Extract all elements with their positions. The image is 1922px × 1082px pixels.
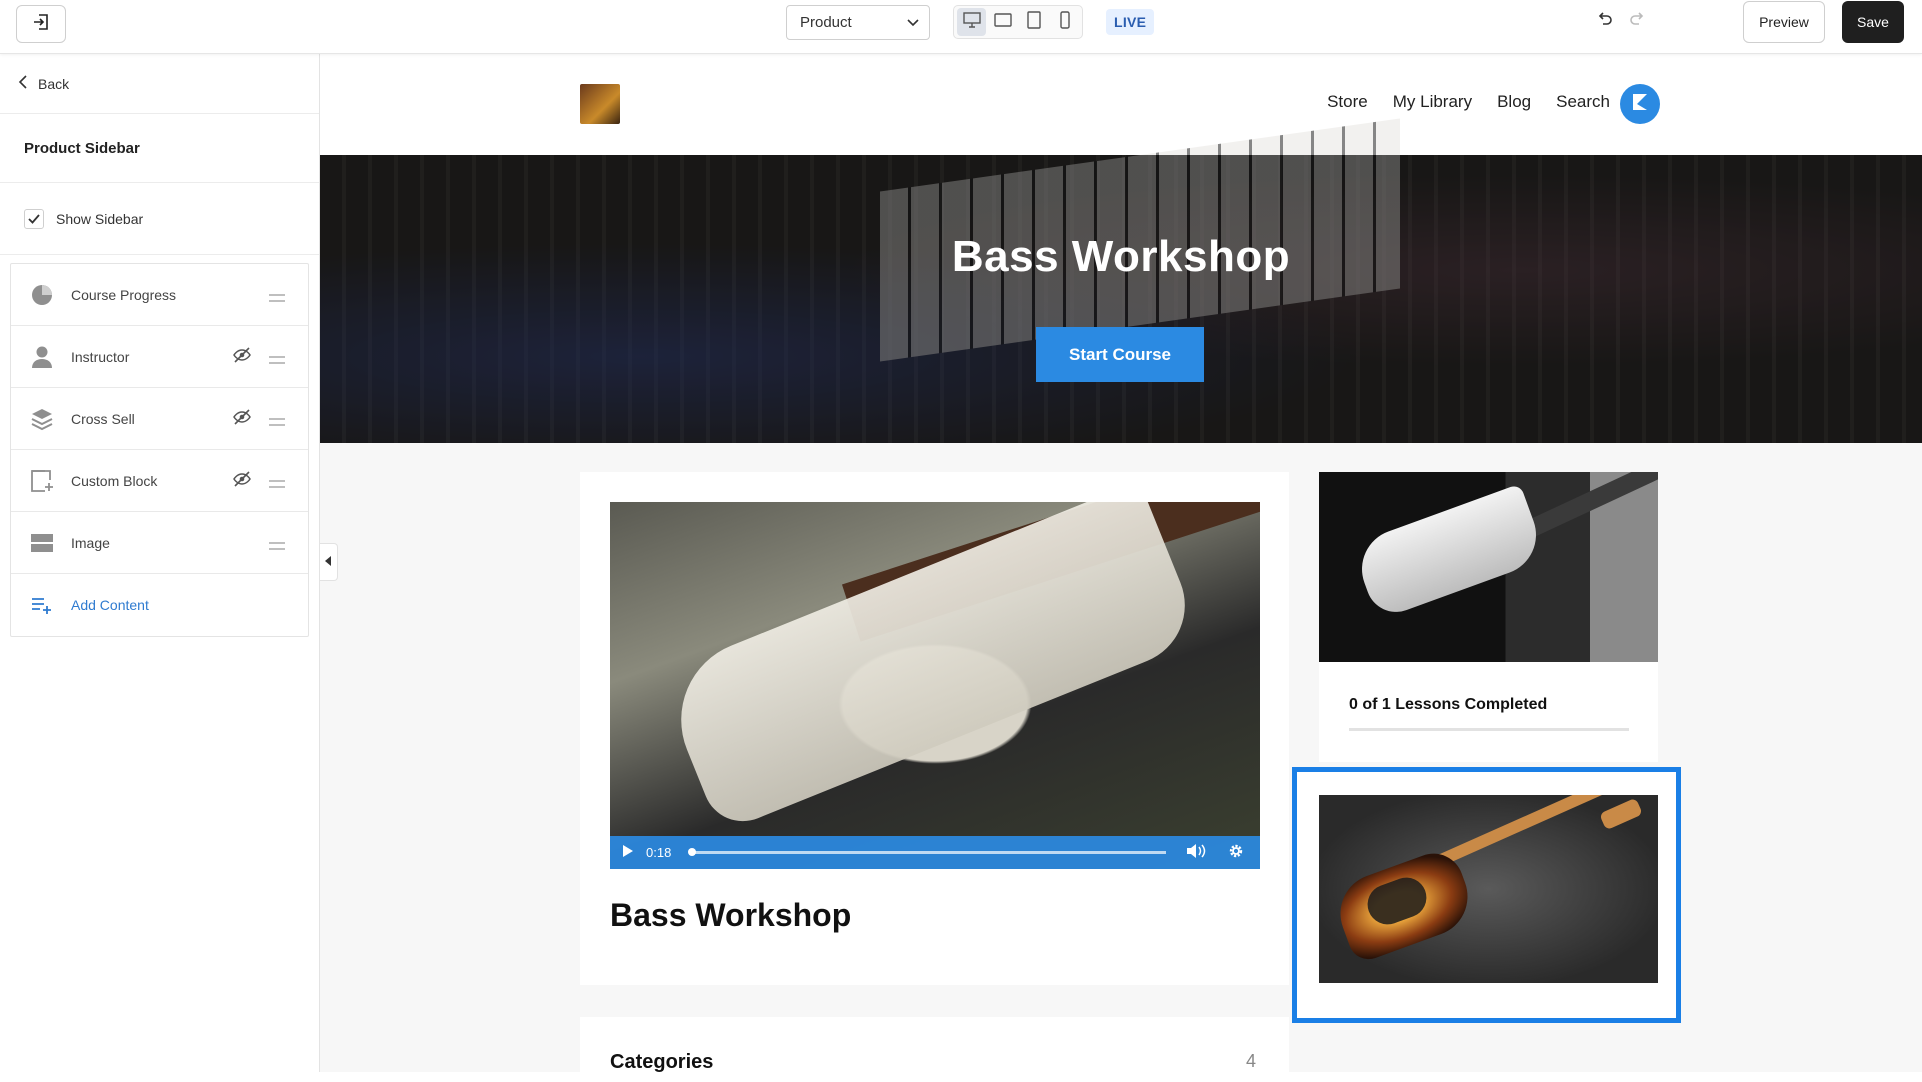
video-time: 0:18 — [646, 845, 672, 860]
nav-link-search[interactable]: Search — [1556, 92, 1610, 112]
product-main-card: 0:18 Bass Workshop — [580, 472, 1289, 985]
tablet-portrait-icon — [1026, 10, 1042, 34]
categories-card: Categories 4 — [580, 1017, 1289, 1072]
bass-neck-shape — [1436, 795, 1625, 867]
sidebar-title: Product Sidebar — [0, 114, 319, 183]
guitar-body-shape — [1350, 483, 1548, 621]
block-label: Cross Sell — [71, 410, 135, 427]
preview-button[interactable]: Preview — [1743, 1, 1825, 43]
video-controls: 0:18 — [610, 836, 1260, 869]
categories-title: Categories — [610, 1051, 714, 1072]
undo-button[interactable] — [1596, 11, 1614, 34]
show-sidebar-checkbox[interactable] — [24, 208, 44, 229]
site-header: Store My Library Blog Search — [320, 54, 1922, 155]
block-item-custom-block[interactable]: Custom Block — [11, 450, 308, 512]
volume-icon — [1186, 843, 1206, 862]
page-type-select[interactable]: Product — [786, 5, 930, 40]
person-icon — [29, 344, 55, 370]
caret-left-icon — [325, 553, 332, 571]
video-player[interactable]: 0:18 — [610, 502, 1260, 869]
save-button[interactable]: Save — [1842, 1, 1904, 43]
back-label: Back — [38, 75, 70, 92]
site-nav: Store My Library Blog Search — [1327, 92, 1610, 112]
nav-link-blog[interactable]: Blog — [1497, 92, 1531, 112]
bottom-strip — [0, 1072, 1922, 1082]
selected-image-block[interactable] — [1292, 767, 1681, 1023]
tablet-landscape-icon — [993, 12, 1012, 33]
editor-toolbar: Product LIVE Preview Save — [0, 0, 1922, 54]
nav-link-my-library[interactable]: My Library — [1393, 92, 1472, 112]
block-label: Custom Block — [71, 472, 158, 489]
block-item-course-progress[interactable]: Course Progress — [11, 264, 308, 326]
block-label: Instructor — [71, 348, 130, 365]
product-title: Bass Workshop — [610, 897, 852, 933]
exit-editor-button[interactable] — [16, 5, 66, 43]
video-frame-bass — [657, 502, 1203, 834]
undo-icon — [1596, 12, 1614, 33]
desktop-icon — [962, 11, 981, 33]
live-status-badge: LIVE — [1106, 9, 1155, 35]
course-progress-image — [1319, 472, 1658, 662]
redo-button[interactable] — [1628, 11, 1646, 34]
image-block-icon — [29, 530, 55, 556]
drag-handle-icon[interactable] — [269, 537, 285, 553]
desktop-view-button[interactable] — [957, 8, 986, 36]
sidebar-block-list: Course Progress Instructor Cross Sell Cu… — [10, 263, 309, 637]
block-label: Image — [71, 534, 110, 551]
mobile-view-button[interactable] — [1050, 8, 1079, 36]
block-item-cross-sell[interactable]: Cross Sell — [11, 388, 308, 450]
video-seek-bar[interactable] — [688, 848, 1166, 856]
layers-icon — [29, 406, 55, 432]
bass-guitar-image — [1319, 795, 1658, 983]
editor-sidebar: Back Product Sidebar Show Sidebar Course… — [0, 54, 320, 1082]
back-link[interactable]: Back — [0, 54, 319, 114]
custom-block-icon — [29, 468, 55, 494]
block-label: Course Progress — [71, 286, 177, 303]
play-button[interactable] — [610, 844, 646, 861]
show-sidebar-row: Show Sidebar — [0, 183, 319, 255]
collapse-sidebar-button[interactable] — [320, 543, 338, 581]
bass-headstock-shape — [1599, 797, 1643, 831]
drag-handle-icon[interactable] — [269, 289, 285, 305]
lessons-progress-bar — [1349, 728, 1629, 731]
drag-handle-icon[interactable] — [269, 475, 285, 491]
eye-off-icon[interactable] — [233, 347, 251, 366]
pie-chart-icon — [29, 282, 55, 308]
redo-icon — [1628, 12, 1646, 33]
drag-handle-icon[interactable] — [269, 413, 285, 429]
add-content-label: Add Content — [71, 597, 149, 613]
gear-icon — [1227, 842, 1245, 863]
block-item-image[interactable]: Image — [11, 512, 308, 574]
show-sidebar-label: Show Sidebar — [56, 210, 144, 227]
settings-button[interactable] — [1216, 842, 1256, 863]
play-icon — [622, 844, 634, 861]
eye-off-icon[interactable] — [233, 471, 251, 490]
chevron-left-icon — [18, 75, 28, 92]
device-preview-switcher — [953, 5, 1083, 39]
checkmark-icon — [28, 211, 40, 227]
categories-count: 4 — [1246, 1051, 1257, 1071]
page-preview-canvas: Store My Library Blog Search Bass Worksh… — [320, 54, 1922, 1072]
page-type-value: Product — [800, 14, 852, 31]
volume-button[interactable] — [1176, 843, 1216, 862]
brand-k-icon — [1629, 91, 1651, 118]
nav-link-store[interactable]: Store — [1327, 92, 1368, 112]
tablet-portrait-view-button[interactable] — [1019, 8, 1048, 36]
hero-title: Bass Workshop — [951, 232, 1291, 281]
avatar[interactable] — [1620, 84, 1660, 124]
site-logo[interactable] — [580, 84, 620, 124]
exit-icon — [32, 13, 50, 36]
drag-handle-icon[interactable] — [269, 351, 285, 367]
start-course-button[interactable]: Start Course — [1036, 327, 1204, 382]
tablet-landscape-view-button[interactable] — [988, 8, 1017, 36]
chevron-down-icon — [907, 14, 919, 31]
block-item-instructor[interactable]: Instructor — [11, 326, 308, 388]
add-content-button[interactable]: Add Content — [11, 574, 308, 636]
mobile-icon — [1059, 10, 1071, 34]
eye-off-icon[interactable] — [233, 409, 251, 428]
hero-banner: Bass Workshop Start Course — [320, 118, 1922, 443]
add-list-icon — [29, 592, 55, 618]
course-progress-card: 0 of 1 Lessons Completed — [1319, 472, 1658, 762]
lessons-progress-text: 0 of 1 Lessons Completed — [1349, 696, 1548, 713]
